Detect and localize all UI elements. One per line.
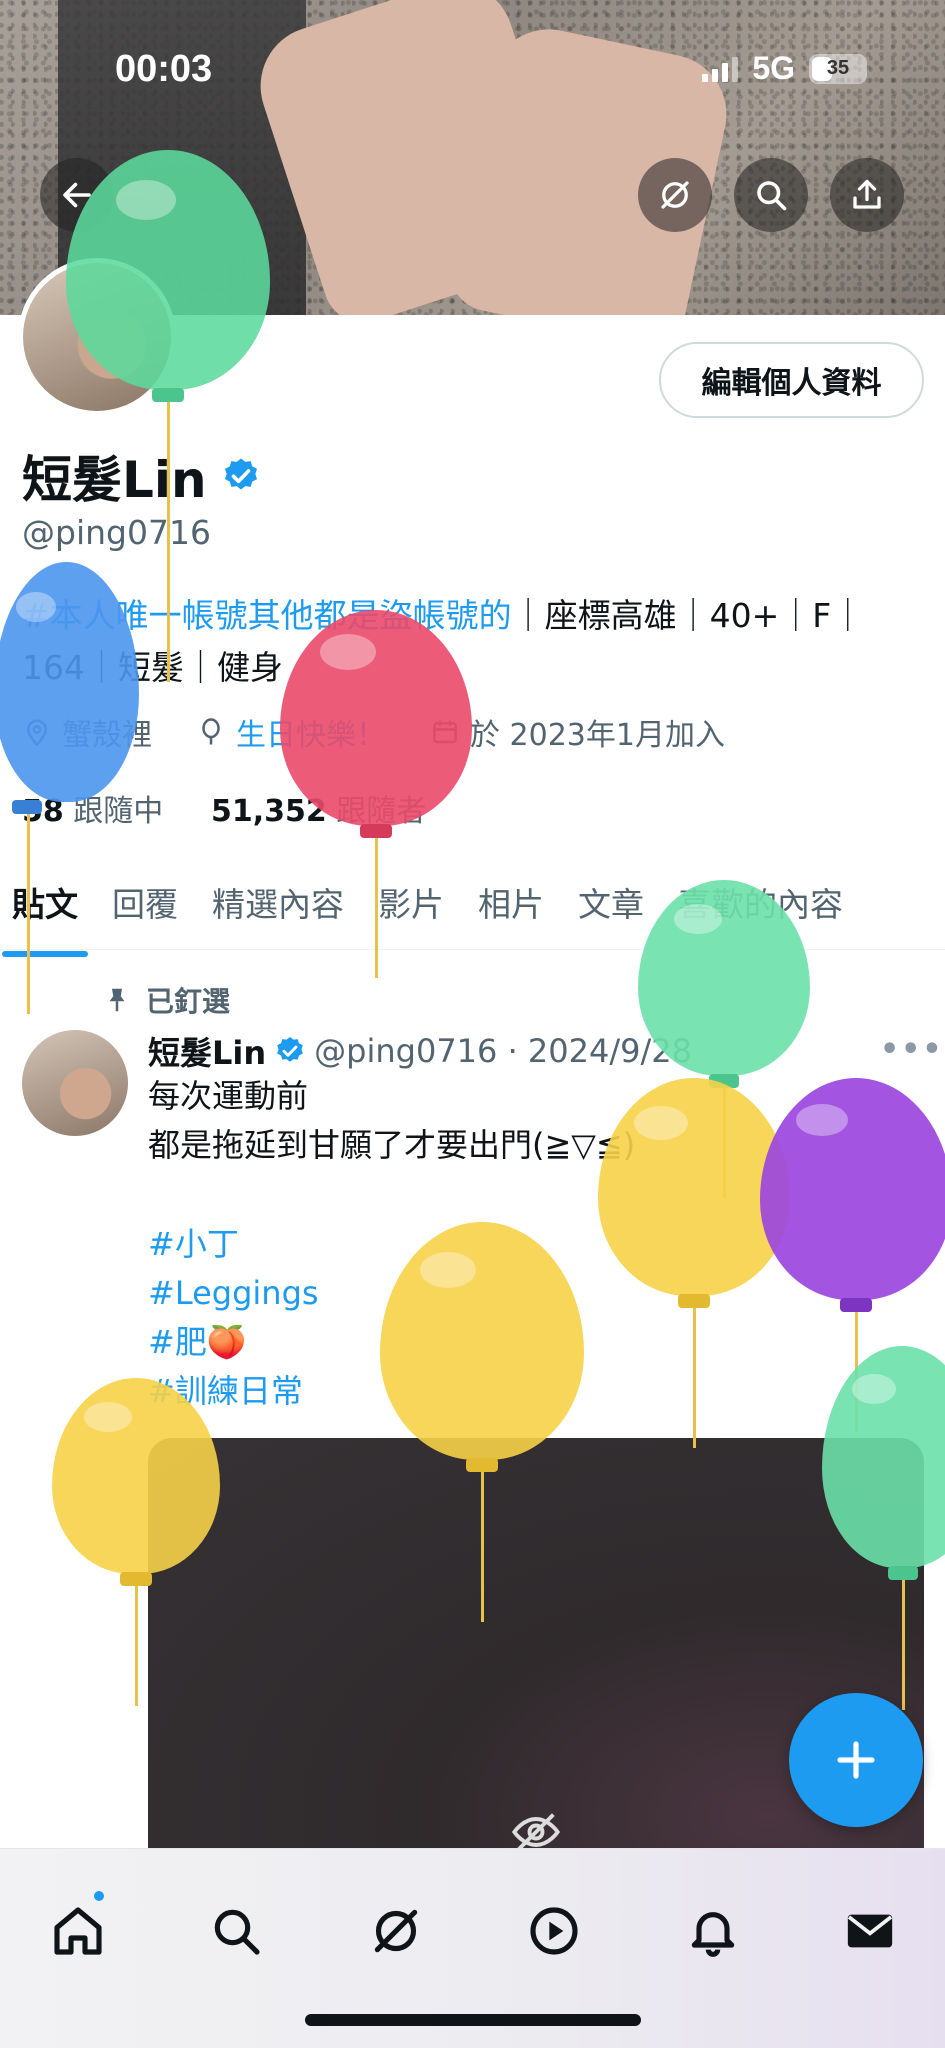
profile-handle: @ping0716: [22, 513, 211, 552]
balloon-icon: [202, 718, 220, 745]
post-text: 每次運動前 都是拖延到甘願了才要出門(≧▽≦): [148, 1077, 636, 1164]
back-arrow-icon: [63, 182, 91, 208]
post-author[interactable]: 短髮Lin: [148, 1028, 266, 1074]
bio-hashtag[interactable]: #本人唯一帳號其他都是盜帳號的: [22, 596, 512, 635]
network-type: 5G: [752, 50, 795, 86]
hashtag-link[interactable]: #小丁: [148, 1220, 319, 1269]
share-icon: [853, 179, 881, 209]
grok-icon: [661, 181, 689, 209]
notification-dot: [92, 1889, 106, 1903]
following-label: 跟隨中: [73, 794, 164, 829]
status-indicators: 5G 35: [702, 50, 867, 87]
compose-button[interactable]: [789, 1693, 923, 1827]
verified-badge-icon: [277, 1037, 303, 1062]
home-icon[interactable]: [50, 1903, 106, 1959]
following-link[interactable]: 58 跟隨中: [22, 794, 163, 829]
tab-replies[interactable]: 回覆: [112, 860, 178, 949]
profile-avatar[interactable]: [18, 258, 176, 416]
hashtag-link[interactable]: #訓練日常: [148, 1367, 319, 1416]
mail-icon[interactable]: [842, 1903, 898, 1959]
plus-icon: [837, 1741, 875, 1779]
search-icon: [757, 181, 787, 211]
pin-icon: [109, 988, 125, 1012]
home-indicator: [305, 2014, 641, 2026]
verified-badge-icon[interactable]: [221, 456, 261, 496]
profile-location: 蟹殼裡: [62, 718, 152, 753]
post-handle-date: @ping0716 · 2024/9/28: [314, 1032, 692, 1070]
hashtag-link[interactable]: #Leggings: [148, 1269, 319, 1318]
battery-icon: 35: [809, 53, 867, 84]
grok-icon[interactable]: [368, 1903, 424, 1959]
more-options-icon[interactable]: •••: [880, 1032, 944, 1067]
calendar-icon: [433, 720, 457, 744]
grok-button[interactable]: [638, 158, 712, 232]
profile-joined: 於 2023年1月加入: [470, 718, 725, 753]
battery-level: 35: [826, 56, 850, 79]
edit-profile-button[interactable]: 編輯個人資料: [659, 342, 924, 418]
back-button[interactable]: [40, 158, 114, 232]
video-play-icon[interactable]: [526, 1903, 582, 1959]
followers-link[interactable]: 51,352 跟隨者: [211, 794, 426, 829]
followers-count: 51,352: [210, 794, 327, 829]
tab-photos[interactable]: 相片: [478, 860, 544, 949]
search-button[interactable]: [734, 158, 808, 232]
status-time: 00:03: [115, 48, 213, 90]
pinned-label: 已釘選: [146, 985, 231, 1018]
tab-videos[interactable]: 影片: [378, 860, 444, 949]
profile-birthday[interactable]: 生日快樂！: [236, 710, 386, 754]
profile-name-row: 短髮Lin: [22, 440, 261, 512]
share-button[interactable]: [830, 158, 904, 232]
tab-posts[interactable]: 貼文: [2, 860, 88, 957]
followers-label: 跟隨者: [336, 794, 427, 829]
post-avatar[interactable]: [22, 1030, 128, 1136]
pinned-indicator: 已釘選: [102, 980, 230, 1020]
profile-tabs: 貼文 回覆 精選內容 影片 相片 文章 喜歡的內容: [0, 860, 945, 957]
profile-meta: 蟹殼裡 生日快樂！ 於 2023年1月加入: [22, 710, 725, 754]
hashtag-link[interactable]: #肥🍑: [148, 1318, 319, 1367]
post-hashtags: #小丁 #Leggings #肥🍑 #訓練日常: [148, 1220, 319, 1416]
location-pin-icon: [26, 719, 48, 747]
following-count: 58: [22, 794, 64, 829]
tab-articles[interactable]: 文章: [578, 860, 644, 949]
tab-highlights[interactable]: 精選內容: [212, 860, 344, 949]
tab-likes[interactable]: 喜歡的內容: [678, 860, 843, 949]
signal-icon: [702, 56, 739, 82]
post-header: 短髮Lin @ping0716 · 2024/9/28: [148, 1028, 692, 1074]
follow-stats: 58 跟隨中 51,352 跟隨者: [22, 786, 426, 830]
bell-icon[interactable]: [685, 1903, 741, 1959]
search-icon[interactable]: [208, 1903, 264, 1959]
profile-bio: #本人唯一帳號其他都是盜帳號的｜座標高雄｜40+｜F｜164｜短髮｜健身: [22, 590, 922, 694]
profile-name: 短髮Lin: [22, 451, 207, 509]
